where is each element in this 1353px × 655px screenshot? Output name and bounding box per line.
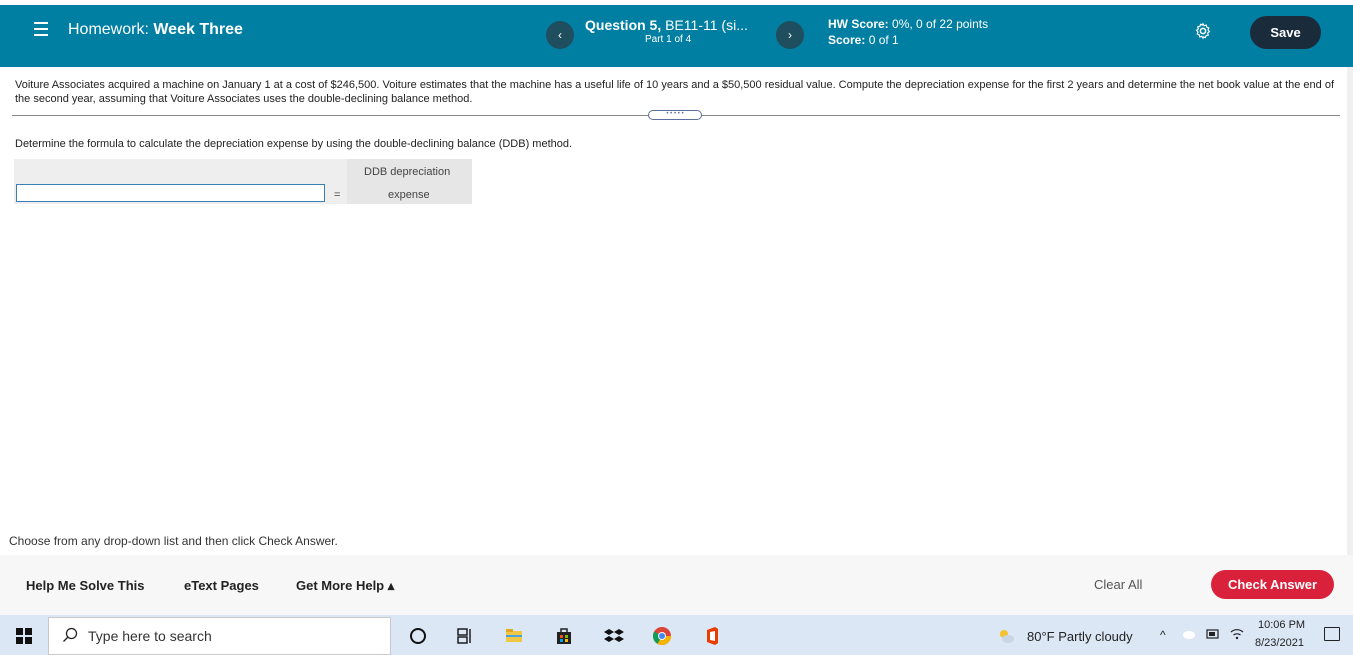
- notification-icon[interactable]: [1324, 627, 1340, 641]
- homework-name: Week Three: [153, 21, 243, 38]
- question-part: Part 1 of 4: [645, 34, 692, 45]
- save-button[interactable]: Save: [1250, 16, 1321, 49]
- footer-note: Choose from any drop-down list and then …: [9, 534, 338, 548]
- windows-start-icon[interactable]: [16, 628, 32, 644]
- etext-pages-button[interactable]: eText Pages: [184, 578, 259, 593]
- question-title: Question 5, BE11-11 (si...: [585, 17, 748, 33]
- hw-score-value: 0%, 0 of 22 points: [892, 17, 989, 31]
- question-number: Question 5,: [585, 17, 662, 33]
- gear-icon[interactable]: [1194, 22, 1212, 40]
- scrollbar[interactable]: [1347, 67, 1353, 615]
- get-more-help-button[interactable]: Get More Help ▴: [296, 578, 394, 594]
- hw-score: HW Score: 0%, 0 of 22 points: [828, 17, 988, 31]
- equals-sign: =: [334, 189, 341, 201]
- hw-score-label: HW Score:: [828, 17, 889, 31]
- score-label: Score:: [828, 33, 866, 47]
- next-question-button[interactable]: ›: [776, 21, 804, 49]
- office-icon[interactable]: [702, 626, 722, 646]
- task-view-icon[interactable]: [455, 626, 475, 646]
- onedrive-icon[interactable]: [1180, 628, 1196, 640]
- ddb-label-line1: DDB depreciation: [364, 166, 451, 178]
- previous-question-button[interactable]: ‹: [546, 21, 574, 49]
- chrome-icon[interactable]: [652, 626, 672, 646]
- chevron-up-icon[interactable]: ^: [1160, 628, 1166, 642]
- homework-prefix: Homework:: [68, 21, 149, 38]
- cortana-icon[interactable]: [408, 626, 428, 646]
- formula-dropdown[interactable]: [16, 184, 325, 202]
- battery-icon[interactable]: [1206, 628, 1220, 640]
- question-instruction: Determine the formula to calculate the d…: [15, 138, 573, 150]
- help-me-solve-button[interactable]: Help Me Solve This: [26, 578, 144, 593]
- ddb-label-line2: expense: [388, 189, 430, 201]
- wifi-icon[interactable]: [1230, 628, 1244, 640]
- dropbox-icon[interactable]: [604, 626, 624, 646]
- clear-all-button[interactable]: Clear All: [1094, 577, 1142, 592]
- question-id: BE11-11 (si...: [665, 17, 748, 33]
- weather-icon[interactable]: [996, 626, 1016, 646]
- question-score: Score: 0 of 1: [828, 33, 899, 47]
- clock-date[interactable]: 8/23/2021: [1255, 637, 1304, 649]
- check-answer-button[interactable]: Check Answer: [1211, 570, 1334, 599]
- store-icon[interactable]: [554, 626, 574, 646]
- menu-icon[interactable]: [34, 22, 48, 36]
- file-explorer-icon[interactable]: [504, 626, 524, 646]
- problem-statement: Voiture Associates acquired a machine on…: [15, 79, 1334, 105]
- homework-title: Homework: Week Three: [68, 21, 243, 39]
- score-value: 0 of 1: [868, 33, 899, 47]
- divider-handle[interactable]: • • • • •: [648, 110, 702, 120]
- search-icon: [63, 627, 78, 642]
- weather-text[interactable]: 80°F Partly cloudy: [1027, 629, 1133, 644]
- clock-time[interactable]: 10:06 PM: [1258, 619, 1305, 631]
- search-placeholder: Type here to search: [88, 628, 212, 644]
